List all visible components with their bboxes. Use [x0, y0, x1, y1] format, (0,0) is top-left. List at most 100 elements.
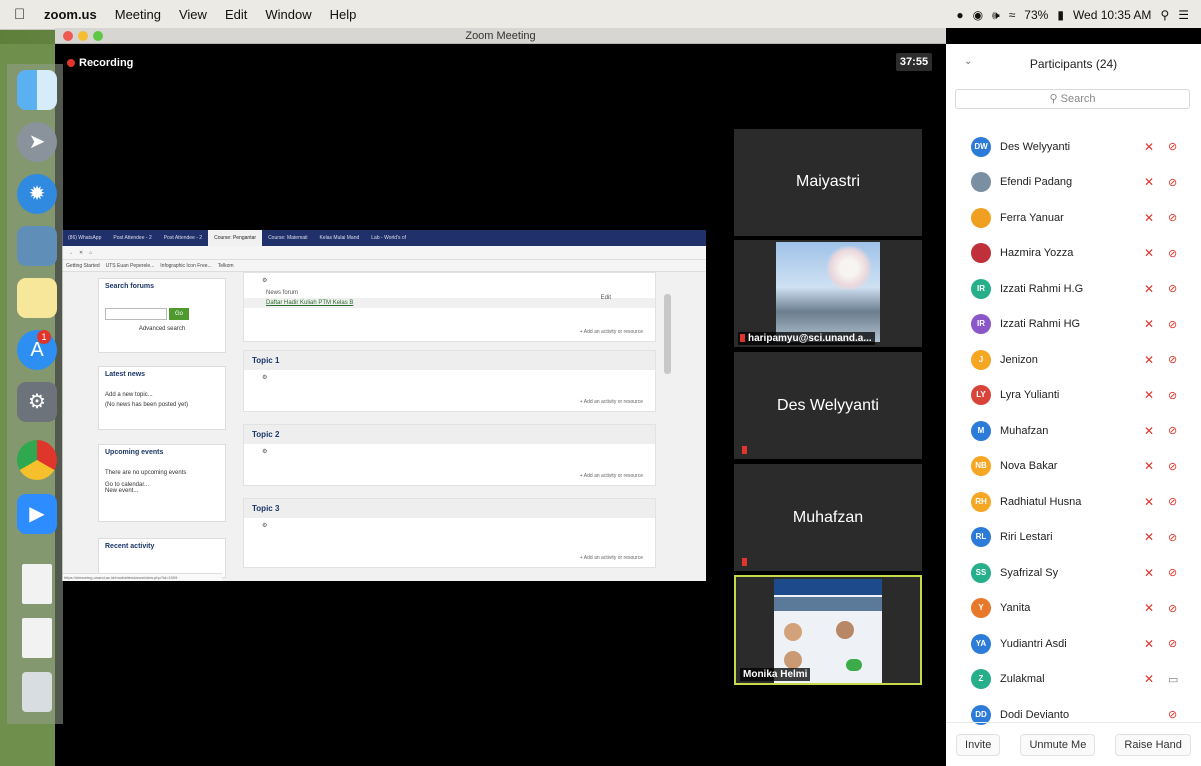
- participant-search-input[interactable]: ⚲ Search: [955, 89, 1190, 109]
- settings-gear-icon[interactable]: ⚙: [244, 273, 655, 288]
- add-activity-link[interactable]: + Add an activity or resource: [580, 399, 643, 405]
- settings-gear-icon[interactable]: ⚙: [244, 444, 655, 459]
- video-off-icon[interactable]: ⊘: [1168, 140, 1177, 153]
- browser-tab[interactable]: Post Attendee - 2: [107, 235, 157, 241]
- video-tile[interactable]: Muhafzan: [734, 464, 922, 571]
- participant-row[interactable]: M Muhafzan ✕ ⊘: [946, 413, 1201, 449]
- browser-tab[interactable]: Post Attendee - 2: [158, 235, 208, 241]
- zoom-icon[interactable]: ▶: [17, 494, 57, 534]
- topic-title[interactable]: Topic 1: [244, 351, 655, 370]
- participant-row[interactable]: IR Izzati Rahmi HG ✕ ⊘: [946, 307, 1201, 343]
- unmute-me-button[interactable]: Unmute Me: [1020, 733, 1096, 756]
- video-off-icon[interactable]: ⊘: [1168, 176, 1177, 189]
- muted-mic-icon[interactable]: ✕: [1144, 530, 1154, 544]
- close-window-button[interactable]: [63, 31, 73, 41]
- menu-edit[interactable]: Edit: [225, 7, 247, 22]
- raise-hand-button[interactable]: Raise Hand: [1115, 733, 1191, 756]
- wifi-scan-icon[interactable]: ◉: [973, 8, 983, 22]
- participant-row[interactable]: SS Syafrizal Sy ✕ ⊘: [946, 555, 1201, 591]
- topic-title[interactable]: Topic 3: [244, 499, 655, 518]
- back-icon[interactable]: →: [68, 250, 73, 256]
- muted-mic-icon[interactable]: ✕: [1144, 246, 1154, 260]
- recording-indicator[interactable]: Recording: [67, 57, 133, 69]
- muted-mic-icon[interactable]: ✕: [1144, 672, 1154, 686]
- menu-view[interactable]: View: [179, 7, 207, 22]
- battery-icon[interactable]: ▮: [1057, 8, 1064, 22]
- muted-mic-icon[interactable]: ✕: [1144, 317, 1154, 331]
- muted-mic-icon[interactable]: ✕: [1144, 211, 1154, 225]
- add-topic-link[interactable]: Add a new topic...: [105, 392, 219, 398]
- topic-title[interactable]: Topic 2: [244, 425, 655, 444]
- participant-row[interactable]: Ferra Yanuar ✕ ⊘: [946, 200, 1201, 236]
- muted-mic-icon[interactable]: ✕: [1144, 637, 1154, 651]
- add-activity-link[interactable]: + Add an activity or resource: [580, 473, 643, 479]
- participant-row[interactable]: LY Lyra Yulianti ✕ ⊘: [946, 378, 1201, 414]
- video-on-icon[interactable]: ▭: [1168, 673, 1178, 686]
- finder-icon[interactable]: [17, 70, 57, 110]
- menu-window[interactable]: Window: [265, 7, 311, 22]
- muted-mic-icon[interactable]: ✕: [1144, 459, 1154, 473]
- notification-center-icon[interactable]: ☰: [1178, 8, 1189, 22]
- bookmark-item[interactable]: Infographic Icon Free...: [160, 263, 211, 269]
- participant-row[interactable]: DW Des Welyyanti ✕ ⊘: [946, 129, 1201, 165]
- participant-row[interactable]: Z Zulakmal ✕ ▭: [946, 662, 1201, 698]
- system-preferences-icon[interactable]: ⚙: [17, 382, 57, 422]
- advanced-search-link[interactable]: Advanced search: [105, 326, 219, 332]
- invite-button[interactable]: Invite: [956, 733, 1001, 756]
- apple-icon[interactable]: : [14, 6, 28, 23]
- settings-gear-icon[interactable]: ⚙: [244, 518, 655, 533]
- add-activity-link[interactable]: + Add an activity or resource: [580, 555, 643, 561]
- muted-mic-icon[interactable]: ✕: [1144, 175, 1154, 189]
- participant-row[interactable]: RL Riri Lestari ✕ ⊘: [946, 520, 1201, 556]
- participant-row[interactable]: IR Izzati Rahmi H.G ✕ ⊘: [946, 271, 1201, 307]
- video-off-icon[interactable]: ⊘: [1168, 637, 1177, 650]
- stop-icon[interactable]: ✕: [79, 250, 83, 256]
- participant-row[interactable]: NB Nova Bakar ✕ ⊘: [946, 449, 1201, 485]
- shared-screen[interactable]: (86) WhatsApp Post Attendee - 2 Post Att…: [62, 230, 706, 581]
- home-icon[interactable]: ⌂: [89, 250, 92, 256]
- browser-tab[interactable]: Kelas Mulai Mand: [314, 235, 366, 241]
- minimize-window-button[interactable]: [78, 31, 88, 41]
- forum-search-input[interactable]: [105, 308, 167, 320]
- menu-app-name[interactable]: zoom.us: [44, 7, 97, 22]
- chrome-icon[interactable]: [17, 440, 57, 480]
- bookmark-item[interactable]: Getting Started: [66, 263, 100, 269]
- trash-icon[interactable]: [22, 672, 52, 712]
- video-off-icon[interactable]: ⊘: [1168, 460, 1177, 473]
- safari-icon[interactable]: ✹: [17, 174, 57, 214]
- go-button[interactable]: Go: [169, 308, 189, 320]
- video-off-icon[interactable]: ⊘: [1168, 389, 1177, 402]
- browser-tab-active[interactable]: Course: Pengantar: [208, 230, 263, 246]
- edit-menu[interactable]: Edit: [601, 295, 611, 301]
- attendance-link[interactable]: Daftar Hadir Kuliah PTM Kelas B: [244, 298, 655, 308]
- muted-mic-icon[interactable]: ✕: [1144, 424, 1154, 438]
- menu-help[interactable]: Help: [330, 7, 357, 22]
- video-off-icon[interactable]: ⊘: [1168, 602, 1177, 615]
- participant-row[interactable]: YA Yudiantri Asdi ✕ ⊘: [946, 626, 1201, 662]
- video-off-icon[interactable]: ⊘: [1168, 353, 1177, 366]
- participant-row[interactable]: J Jenizon ✕ ⊘: [946, 342, 1201, 378]
- video-tile[interactable]: Des Welyyanti: [734, 352, 922, 459]
- chevron-down-icon[interactable]: ⌄: [964, 56, 972, 67]
- menu-meeting[interactable]: Meeting: [115, 7, 161, 22]
- add-activity-link[interactable]: + Add an activity or resource: [580, 329, 643, 335]
- video-off-icon[interactable]: ⊘: [1168, 211, 1177, 224]
- launchpad-icon[interactable]: ➤: [17, 122, 57, 162]
- fullscreen-window-button[interactable]: [93, 31, 103, 41]
- video-tile[interactable]: Maiyastri: [734, 129, 922, 236]
- video-tile[interactable]: haripamyu@sci.unand.a...: [734, 240, 922, 347]
- muted-mic-icon[interactable]: ✕: [1144, 601, 1154, 615]
- settings-gear-icon[interactable]: ⚙: [244, 370, 655, 385]
- browser-tab[interactable]: Course: Matemati: [262, 235, 313, 241]
- volume-icon[interactable]: 🕪: [992, 8, 1000, 23]
- participant-row[interactable]: Hazmira Yozza ✕ ⊘: [946, 236, 1201, 272]
- bookmark-item[interactable]: UTS Euan Peperele...: [106, 263, 155, 269]
- notes-icon[interactable]: [17, 278, 57, 318]
- video-off-icon[interactable]: ⊘: [1168, 318, 1177, 331]
- browser-tab[interactable]: Lab - World's of: [365, 235, 412, 241]
- document-icon[interactable]: [22, 618, 52, 658]
- menubar-clock[interactable]: Wed 10:35 AM: [1073, 8, 1152, 22]
- participant-row[interactable]: Y Yanita ✕ ⊘: [946, 591, 1201, 627]
- muted-mic-icon[interactable]: ✕: [1144, 566, 1154, 580]
- zoom-status-icon[interactable]: ●: [956, 8, 963, 22]
